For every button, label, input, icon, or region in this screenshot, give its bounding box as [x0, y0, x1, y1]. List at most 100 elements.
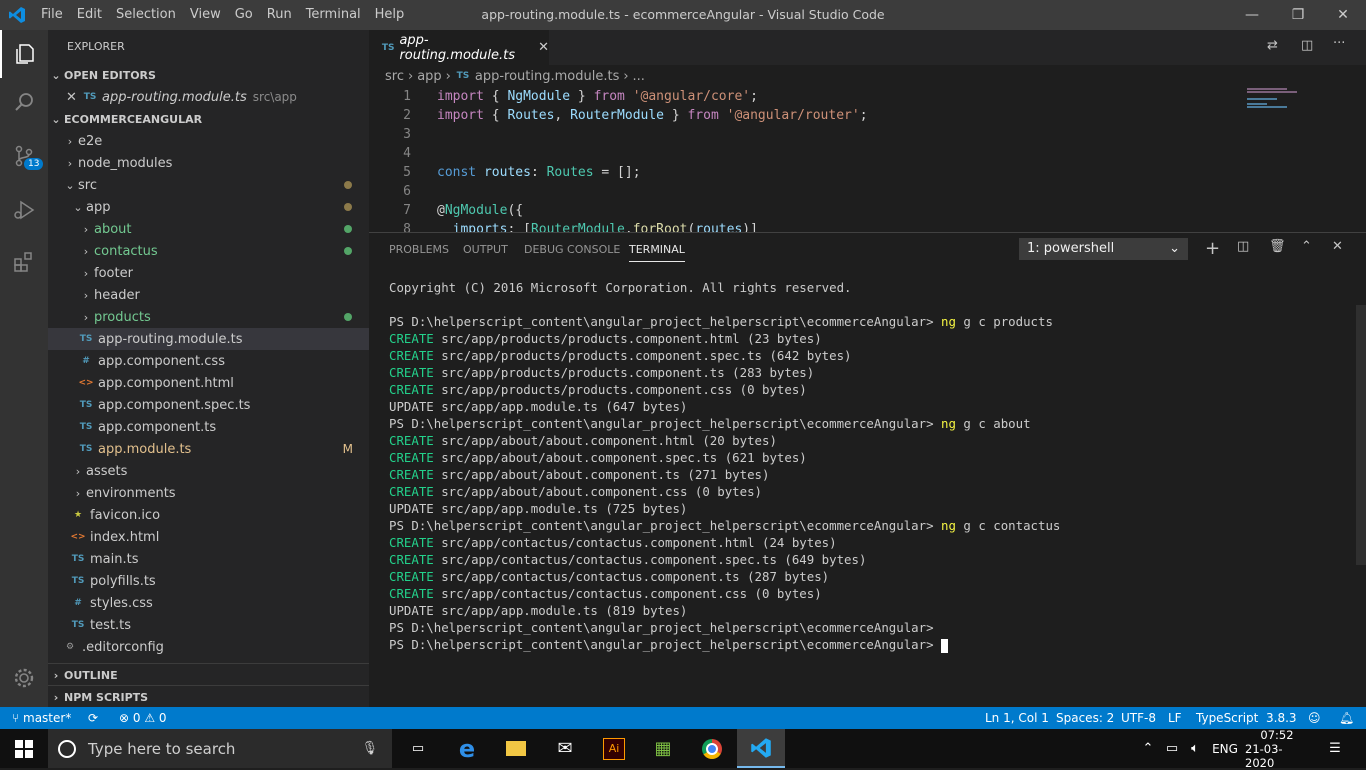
windows-start-icon[interactable] [0, 729, 48, 768]
minimap[interactable] [1247, 87, 1307, 109]
close-panel-icon[interactable]: ✕ [1332, 239, 1343, 254]
menu-file[interactable]: File [34, 0, 70, 30]
tree-item--editorconfig[interactable]: ⚙ .editorconfig [48, 636, 369, 658]
tree-item-assets[interactable]: › assets [48, 460, 369, 482]
tree-item-app-component-ts[interactable]: TS app.component.ts [48, 416, 369, 438]
menu-go[interactable]: Go [228, 0, 260, 30]
tree-item-index-html[interactable]: <> index.html [48, 526, 369, 548]
tree-item-e2e[interactable]: › e2e [48, 130, 369, 152]
notifications-icon[interactable]: ☰ [1320, 729, 1350, 768]
restore-button[interactable]: ❐ [1275, 0, 1321, 30]
source-control-icon[interactable]: 13 [0, 132, 48, 180]
eol[interactable]: LF [1168, 707, 1182, 729]
close-window-button[interactable]: ✕ [1320, 0, 1366, 30]
run-debug-icon[interactable] [0, 186, 48, 234]
taskbar-search[interactable]: Type here to search 🎙︎ [48, 729, 392, 768]
microphone-icon[interactable]: 🎙︎ [361, 741, 378, 756]
tree-item-header[interactable]: › header [48, 284, 369, 306]
vscode-taskbar-icon[interactable] [737, 729, 785, 768]
menu-view[interactable]: View [183, 0, 228, 30]
more-actions-icon[interactable]: ··· [1333, 36, 1345, 51]
tree-item-app-routing-module-ts[interactable]: TS app-routing.module.ts [48, 328, 369, 350]
terminal-output[interactable]: Copyright (C) 2016 Microsoft Corporation… [389, 279, 1349, 653]
split-terminal-icon[interactable]: ◫ [1237, 239, 1249, 254]
terminal-select[interactable]: 1: powershell ⌄ [1019, 238, 1188, 260]
sync-icon[interactable]: ⟳ [88, 707, 98, 729]
tree-item-node-modules[interactable]: › node_modules [48, 152, 369, 174]
tree-item-app-component-spec-ts[interactable]: TS app.component.spec.ts [48, 394, 369, 416]
tab-app-routing[interactable]: TS app-routing.module.ts ✕ [369, 30, 549, 65]
ts-version[interactable]: 3.8.3 [1266, 707, 1297, 729]
tree-item-styles-css[interactable]: # styles.css [48, 592, 369, 614]
menu-terminal[interactable]: Terminal [299, 0, 368, 30]
indentation[interactable]: Spaces: 2 [1056, 707, 1114, 729]
battery-icon[interactable]: ▭ [1162, 729, 1182, 768]
tree-item-products[interactable]: › products [48, 306, 369, 328]
volume-icon[interactable]: 🔈︎ [1185, 729, 1205, 768]
tree-item-app-component-html[interactable]: <> app.component.html [48, 372, 369, 394]
bell-icon[interactable]: 🔔︎ [1339, 707, 1354, 729]
breadcrumb-item[interactable]: app [417, 69, 441, 84]
tree-item-app[interactable]: ⌄ app [48, 196, 369, 218]
open-editor-item[interactable]: ✕ TS app-routing.module.ts src\app [48, 86, 369, 108]
encoding[interactable]: UTF-8 [1121, 707, 1156, 729]
split-editor-icon[interactable]: ◫ [1301, 38, 1313, 53]
tree-item-app-component-css[interactable]: # app.component.css [48, 350, 369, 372]
tab-debug-console[interactable]: DEBUG CONSOLE [524, 243, 620, 256]
close-icon[interactable]: ✕ [66, 90, 82, 105]
menu-help[interactable]: Help [368, 0, 412, 30]
breadcrumb-item[interactable]: ... [633, 69, 645, 84]
npm-scripts-header[interactable]: › NPM SCRIPTS [48, 685, 369, 708]
clock[interactable]: 07:52 21-03-2020 [1245, 728, 1309, 770]
terminal-line: CREATE src/app/contactus/contactus.compo… [389, 569, 830, 584]
mail-icon[interactable]: ✉ [541, 729, 589, 768]
tab-problems[interactable]: PROBLEMS [389, 243, 449, 256]
menu-edit[interactable]: Edit [70, 0, 109, 30]
new-terminal-icon[interactable]: + [1205, 238, 1220, 259]
language-mode[interactable]: TypeScript [1196, 707, 1258, 729]
breadcrumb-item[interactable]: src [385, 69, 404, 84]
manage-gear-icon[interactable] [0, 654, 48, 702]
search-icon[interactable] [0, 78, 48, 126]
maximize-panel-icon[interactable]: ⌃ [1301, 239, 1312, 254]
tree-item-src[interactable]: ⌄ src [48, 174, 369, 196]
tree-item-favicon-ico[interactable]: ★ favicon.ico [48, 504, 369, 526]
open-changes-icon[interactable]: ⇄ [1267, 38, 1278, 53]
menu-run[interactable]: Run [260, 0, 299, 30]
code-editor[interactable]: 1 import { NgModule } from '@angular/core… [369, 87, 1366, 232]
tree-item-about[interactable]: › about [48, 218, 369, 240]
problems-status[interactable]: ⊗ 0 ⚠ 0 [119, 707, 167, 729]
tree-item-environments[interactable]: › environments [48, 482, 369, 504]
extensions-icon[interactable] [0, 238, 48, 286]
cursor-position[interactable]: Ln 1, Col 1 [985, 707, 1049, 729]
language-indicator[interactable]: ENG [1210, 729, 1240, 768]
illustrator-icon[interactable]: Ai [590, 729, 638, 768]
terminal-scrollbar[interactable] [1356, 305, 1366, 565]
breadcrumb-item[interactable]: app-routing.module.ts [475, 69, 619, 84]
tree-item-app-module-ts[interactable]: TS app.module.ts M [48, 438, 369, 460]
tab-output[interactable]: OUTPUT [463, 243, 508, 256]
edge-icon[interactable]: e [443, 729, 491, 768]
show-hidden-icons-icon[interactable]: ⌃ [1138, 729, 1158, 768]
tree-item-polyfills-ts[interactable]: TS polyfills.ts [48, 570, 369, 592]
tree-item-main-ts[interactable]: TS main.ts [48, 548, 369, 570]
close-tab-icon[interactable]: ✕ [538, 40, 549, 55]
tree-item-test-ts[interactable]: TS test.ts [48, 614, 369, 636]
minimize-button[interactable]: — [1229, 0, 1275, 30]
tree-item-contactus[interactable]: › contactus [48, 240, 369, 262]
tree-item-footer[interactable]: › footer [48, 262, 369, 284]
file-explorer-icon[interactable] [492, 729, 540, 768]
trash-icon[interactable]: 🗑 [1269, 239, 1286, 254]
spreadsheet-icon[interactable]: ▦ [639, 729, 687, 768]
feedback-icon[interactable]: ☺ [1308, 707, 1321, 729]
tab-terminal[interactable]: TERMINAL [629, 243, 685, 262]
explorer-icon[interactable] [0, 30, 48, 78]
chrome-icon[interactable] [688, 729, 736, 768]
branch-status[interactable]: ⑂ master* [12, 707, 71, 729]
task-view-icon[interactable]: ▭ [394, 729, 442, 768]
outline-header[interactable]: › OUTLINE [48, 663, 369, 686]
open-editors-header[interactable]: ⌄ OPEN EDITORS [48, 64, 369, 86]
menu-selection[interactable]: Selection [109, 0, 183, 30]
project-header[interactable]: ⌄ ECOMMERCEANGULAR [48, 108, 369, 130]
chevron-right-icon: › [53, 690, 59, 704]
